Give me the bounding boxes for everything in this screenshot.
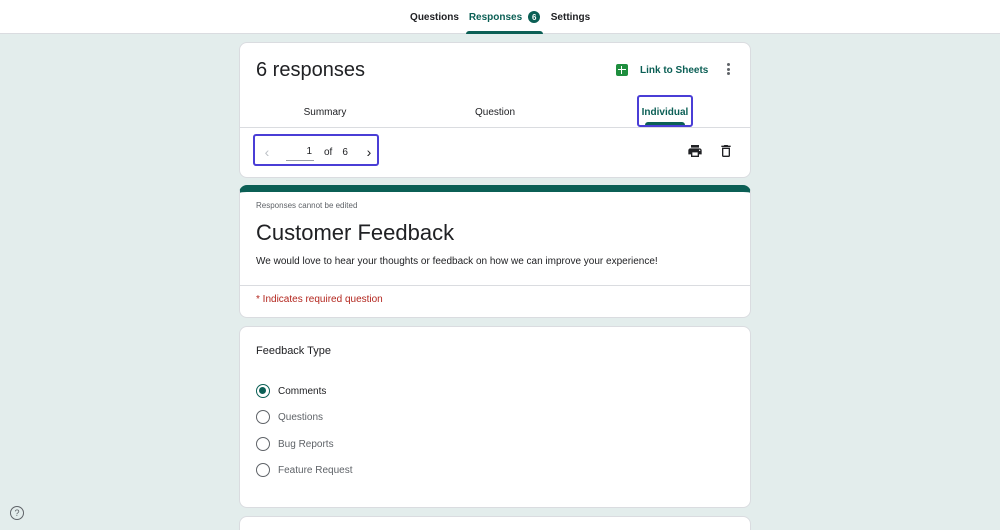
more-vert-icon[interactable] bbox=[724, 61, 732, 77]
individual-tab-indicator bbox=[645, 122, 685, 125]
print-icon[interactable] bbox=[687, 143, 703, 159]
tab-questions[interactable]: Questions bbox=[406, 0, 463, 34]
active-tab-indicator bbox=[466, 31, 543, 34]
tabs-divider bbox=[240, 127, 750, 128]
response-number-input[interactable] bbox=[286, 143, 314, 161]
tab-questions-label: Questions bbox=[410, 11, 459, 23]
chevron-right-icon[interactable]: › bbox=[362, 144, 376, 160]
pager-of-label: of bbox=[324, 146, 333, 158]
radio-button[interactable] bbox=[256, 463, 270, 477]
tab-responses-label: Responses bbox=[468, 11, 523, 23]
response-pager: ‹ of 6 › bbox=[260, 141, 376, 163]
form-title: Customer Feedback bbox=[256, 220, 455, 245]
option-feature-request[interactable]: Feature Request bbox=[256, 462, 353, 478]
tab-question-label: Question bbox=[474, 106, 516, 118]
radio-button[interactable] bbox=[256, 410, 270, 424]
option-label: Feature Request bbox=[278, 464, 353, 476]
form-description: We would love to hear your thoughts or f… bbox=[256, 256, 658, 267]
delete-icon[interactable] bbox=[718, 143, 734, 159]
responses-count-title: 6 responses bbox=[256, 59, 365, 81]
tab-settings[interactable]: Settings bbox=[547, 0, 594, 34]
required-question-note: * Indicates required question bbox=[256, 294, 383, 305]
header-divider bbox=[240, 285, 750, 286]
option-comments[interactable]: Comments bbox=[256, 383, 326, 399]
next-question-card bbox=[239, 516, 751, 530]
tab-individual-label: Individual bbox=[641, 106, 689, 118]
help-icon[interactable]: ? bbox=[10, 506, 24, 520]
option-label: Bug Reports bbox=[278, 438, 334, 450]
radio-button[interactable] bbox=[256, 437, 270, 451]
form-header-card: Responses cannot be edited Customer Feed… bbox=[239, 185, 751, 318]
option-bug-reports[interactable]: Bug Reports bbox=[256, 436, 334, 452]
question-title: Feedback Type bbox=[256, 345, 332, 357]
radio-button[interactable] bbox=[256, 384, 270, 398]
help-label: ? bbox=[14, 508, 20, 518]
tab-settings-label: Settings bbox=[550, 11, 591, 23]
tab-individual[interactable]: Individual bbox=[637, 97, 693, 127]
link-to-sheets-label: Link to Sheets bbox=[640, 64, 709, 76]
tab-responses[interactable]: Responses 6 bbox=[466, 0, 543, 34]
option-label: Comments bbox=[278, 385, 327, 397]
responses-locked-notice: Responses cannot be edited bbox=[256, 201, 358, 210]
option-label: Questions bbox=[278, 411, 324, 423]
pager-total: 6 bbox=[342, 146, 348, 158]
option-questions[interactable]: Questions bbox=[256, 409, 323, 425]
chevron-left-icon[interactable]: ‹ bbox=[260, 144, 274, 160]
sheets-icon bbox=[616, 64, 628, 76]
tab-question[interactable]: Question bbox=[410, 97, 580, 127]
question-card: Feedback Type Comments Questions Bug Rep… bbox=[239, 326, 751, 508]
responses-summary-card: 6 responses Link to Sheets Summary Quest… bbox=[239, 42, 751, 178]
tab-summary-label: Summary bbox=[303, 106, 347, 118]
top-tab-bar: Questions Responses 6 Settings bbox=[0, 0, 1000, 34]
tab-summary[interactable]: Summary bbox=[240, 97, 410, 127]
responses-count-badge: 6 bbox=[528, 11, 541, 23]
link-to-sheets-button[interactable]: Link to Sheets bbox=[616, 62, 708, 78]
